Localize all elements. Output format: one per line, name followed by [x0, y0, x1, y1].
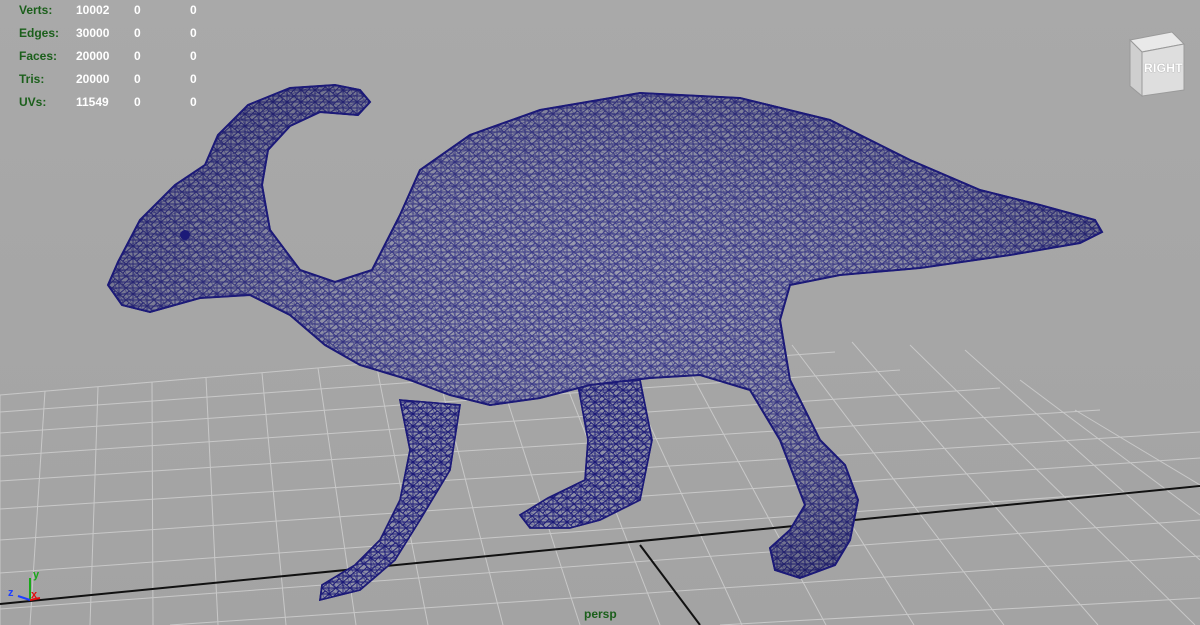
grid-axis-z [639, 544, 701, 625]
hud-value: 20000 [76, 49, 110, 63]
3d-viewport[interactable]: Verts: 10002 0 0 Edges: 30000 0 0 Faces: 20000 0 0 T… [0, 0, 1200, 625]
hud-value: 20000 [76, 72, 110, 86]
hud-value: 30000 [76, 26, 110, 40]
hud-label: UVs: [19, 95, 47, 109]
hud-value: 0 [134, 3, 141, 17]
hud-row: Edges: 30000 0 0 [0, 23, 220, 46]
hud-row: Verts: 10002 0 0 [0, 0, 220, 23]
hud-row: UVs: 11549 0 0 [0, 92, 220, 115]
hud-value: 11549 [76, 95, 109, 109]
hud-label: Tris: [19, 72, 45, 86]
hud-value: 0 [190, 49, 197, 63]
axis-z-label: z [8, 587, 14, 599]
hud-value: 0 [134, 49, 141, 63]
hud-label: Verts: [19, 3, 53, 17]
view-cube-face-label[interactable]: RIGHT [1144, 61, 1183, 75]
hud-value: 0 [190, 95, 197, 109]
hud-row: Faces: 20000 0 0 [0, 46, 220, 69]
poly-count-hud: Verts: 10002 0 0 Edges: 30000 0 0 Faces: 20000 0 0 T… [0, 0, 220, 115]
hud-label: Edges: [19, 26, 60, 40]
axis-x-label: x [31, 589, 38, 601]
hud-value: 0 [190, 72, 197, 86]
hud-value: 10002 [76, 3, 110, 17]
hud-label: Faces: [19, 49, 58, 63]
hud-row: Tris: 20000 0 0 [0, 69, 220, 92]
camera-name-label: persp [584, 607, 617, 621]
hud-value: 0 [134, 95, 141, 109]
hud-value: 0 [190, 26, 197, 40]
hud-value: 0 [190, 3, 197, 17]
axis-y-label: y [33, 569, 40, 581]
hud-value: 0 [134, 72, 141, 86]
eye [180, 230, 190, 240]
hud-value: 0 [134, 26, 141, 40]
